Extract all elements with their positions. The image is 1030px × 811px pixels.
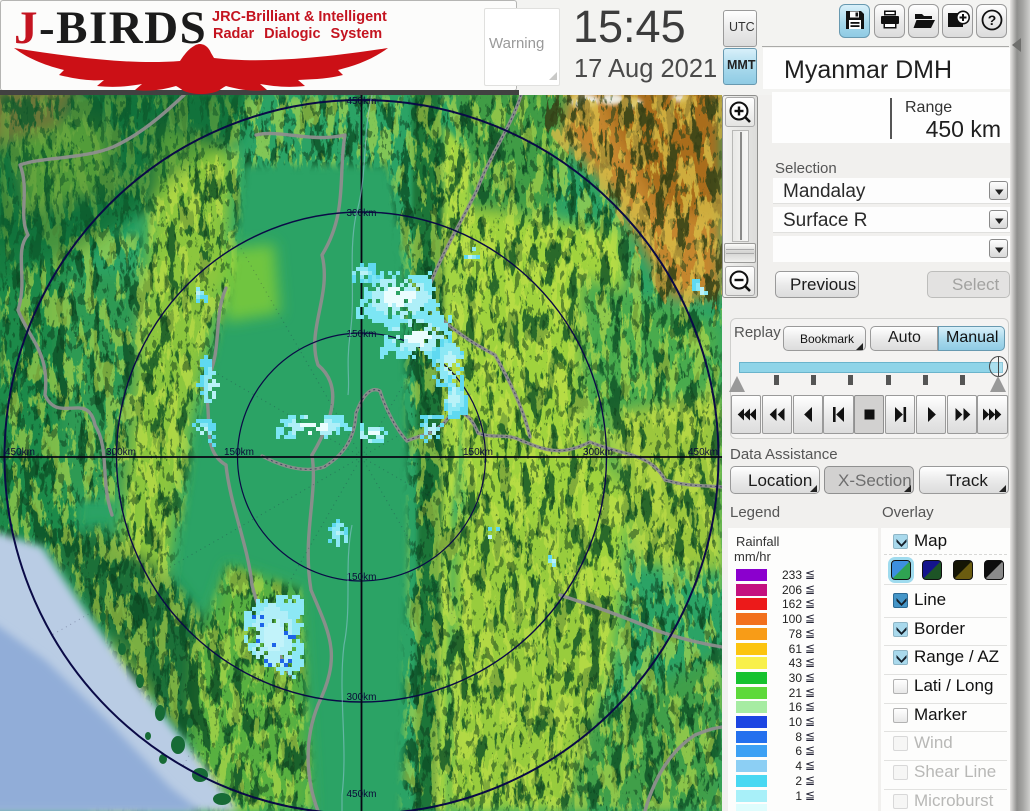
svg-text:300km: 300km: [583, 447, 613, 458]
svg-text:150km: 150km: [224, 447, 254, 458]
svg-text:150km: 150km: [463, 447, 493, 458]
svg-text:450km: 450km: [5, 447, 35, 458]
svg-text:300km: 300km: [346, 692, 376, 703]
svg-text:450km: 450km: [688, 447, 718, 458]
svg-text:150km: 150km: [346, 572, 376, 583]
svg-text:450km: 450km: [346, 96, 376, 107]
svg-text:300km: 300km: [346, 208, 376, 219]
svg-text:300km: 300km: [106, 447, 136, 458]
svg-text:450km: 450km: [346, 789, 376, 800]
svg-text:?: ?: [988, 12, 997, 28]
